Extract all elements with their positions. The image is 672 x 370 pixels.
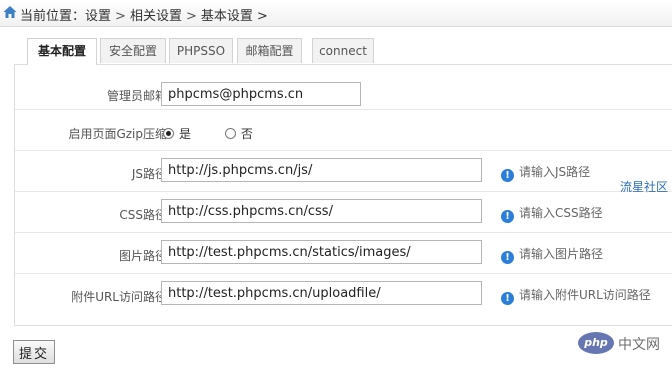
upload-url-hint-text: 请输入附件URL访问路径 <box>519 288 651 302</box>
form-row-js-path: JS路径 !请输入JS路径 <box>15 150 672 192</box>
form-row-image-path: 图片路径 ! 请输入图片路径 <box>15 232 672 274</box>
css-path-input[interactable] <box>161 199 482 223</box>
tab-mail-config[interactable]: 邮箱配置 <box>237 38 302 63</box>
breadcrumb-prefix: 当前位置： <box>20 9 86 24</box>
info-icon: ! <box>501 292 514 305</box>
image-path-hint: ! 请输入图片路径 <box>501 245 603 264</box>
form-row-css-path: CSS路径 ! 请输入CSS路径 <box>15 191 672 233</box>
js-path-hint: ! 请输入JS路径 <box>501 163 590 182</box>
php-watermark: php 中文网 <box>578 328 668 364</box>
upload-url-input[interactable] <box>161 281 482 305</box>
upload-url-hint: ! 请输入附件URL访问路径 <box>501 286 651 305</box>
image-path-input[interactable] <box>161 240 482 264</box>
admin-email-input[interactable] <box>161 82 361 106</box>
breadcrumb-separator: > <box>256 9 268 24</box>
breadcrumb-text: 当前位置：设置 > 相关设置 > 基本设置 > <box>20 5 268 24</box>
breadcrumb: 当前位置：设置 > 相关设置 > 基本设置 > <box>0 0 672 27</box>
css-path-label: CSS路径 <box>119 208 167 222</box>
breadcrumb-separator: > <box>185 9 197 24</box>
image-path-label: 图片路径 <box>118 249 167 263</box>
admin-email-label: 管理员邮箱 <box>106 89 167 103</box>
gzip-no-radio[interactable] <box>224 128 236 139</box>
side-community-link[interactable]: 流星社区 <box>620 178 668 195</box>
image-path-hint-text: 请输入图片路径 <box>519 247 604 261</box>
tab-phpsso[interactable]: PHPSSO <box>169 38 233 63</box>
home-icon <box>3 6 17 18</box>
form-row-admin-email: 管理员邮箱 <box>15 65 672 110</box>
tab-basic-config[interactable]: 基本配置 <box>27 38 97 65</box>
breadcrumb-item-related-settings[interactable]: 相关设置 <box>130 9 182 24</box>
gzip-yes-label: 是 <box>179 127 192 141</box>
breadcrumb-separator: > <box>115 9 126 24</box>
js-path-hint-text: 请输入JS路径 <box>519 165 591 179</box>
breadcrumb-item-basic-settings[interactable]: 基本设置 <box>201 9 253 24</box>
form-row-gzip: 启用页面Gzip压缩 是 否 <box>15 109 672 151</box>
gzip-yes-radio[interactable] <box>163 128 174 139</box>
css-path-hint: ! 请输入CSS路径 <box>501 204 603 223</box>
watermark-text: 中文网 <box>618 337 660 353</box>
tab-connect[interactable]: connect <box>312 38 374 63</box>
settings-form: 管理员邮箱 启用页面Gzip压缩 是 否 JS路径 !请输入JS路径 CSS路径… <box>14 64 672 326</box>
form-row-upload-url: 附件URL访问路径 ! 请输入附件URL访问路径 <box>15 273 672 314</box>
breadcrumb-item-settings[interactable]: 设置 <box>85 9 111 24</box>
submit-button[interactable]: 提交 <box>13 340 55 364</box>
tab-security-config[interactable]: 安全配置 <box>100 38 166 63</box>
info-icon: ! <box>501 251 514 264</box>
php-logo: php <box>578 332 614 354</box>
gzip-radio-group: 是 否 <box>163 125 253 142</box>
info-icon: ! <box>501 169 514 182</box>
gzip-no-label: 否 <box>240 127 253 141</box>
js-path-input[interactable] <box>161 158 482 182</box>
css-path-hint-text: 请输入CSS路径 <box>519 206 603 220</box>
info-icon: ! <box>501 210 514 223</box>
gzip-label: 启用页面Gzip压缩 <box>68 127 167 141</box>
upload-url-label: 附件URL访问路径 <box>71 290 167 304</box>
